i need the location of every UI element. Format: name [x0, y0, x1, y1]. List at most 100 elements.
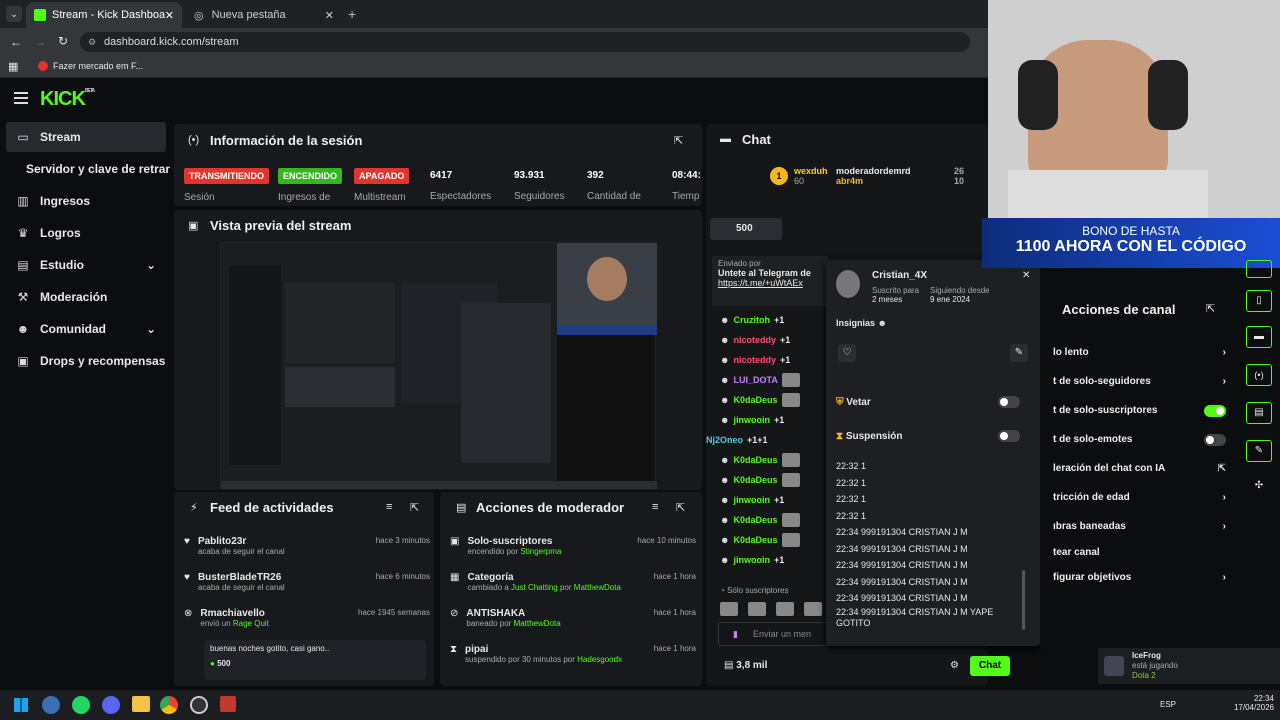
emote[interactable] — [804, 602, 822, 616]
vetar-toggle[interactable] — [998, 396, 1020, 408]
sidebar-item-server-key[interactable]: Servidor y clave de retransn — [16, 154, 170, 184]
chat-user[interactable]: K0daDeus — [733, 395, 777, 405]
chat-user[interactable]: nicoteddy — [733, 335, 776, 345]
suspension-row[interactable]: ⧗ Suspensión — [836, 424, 1030, 448]
chat-user[interactable]: jinwooin — [733, 415, 770, 425]
close-icon[interactable]: ✕ — [1022, 270, 1030, 281]
language-indicator[interactable]: ESP — [1160, 700, 1176, 709]
feed-user[interactable]: BusterBladeTR26 — [198, 572, 368, 583]
popout-icon[interactable]: ⇱ — [676, 501, 685, 514]
scrollbar[interactable] — [1022, 570, 1025, 630]
chat-user[interactable]: LUI_DOTA — [733, 375, 777, 385]
chat-user[interactable]: jinwooin — [733, 555, 770, 565]
channel-action-row[interactable]: tricción de edad › — [1053, 483, 1236, 512]
browser-tab-active[interactable]: Stream - Kick Dashboard ✕ — [26, 2, 182, 28]
sidebar-item-logros[interactable]: ♛ Logros — [6, 218, 166, 248]
channel-action-row[interactable]: t de solo-seguidores › — [1053, 367, 1236, 396]
rail-button[interactable] — [1246, 260, 1272, 278]
chat-user[interactable]: nicoteddy — [733, 355, 776, 365]
sidebar-item-comunidad[interactable]: ☻ Comunidad ⌄ — [6, 314, 166, 344]
chat-bubble-icon[interactable]: ▬ — [1246, 326, 1272, 348]
back-icon[interactable]: ← — [10, 35, 22, 49]
send-chat-button[interactable]: Chat — [970, 656, 1010, 676]
channel-action-row[interactable]: leración del chat con IA ⇱ — [1053, 454, 1236, 483]
emote[interactable] — [720, 602, 738, 616]
chat-user[interactable]: K0daDeus — [733, 515, 777, 525]
reload-icon[interactable]: ↻ — [58, 34, 68, 48]
stream-video[interactable] — [220, 242, 657, 489]
mod-action-by[interactable]: Hadesgoodx — [577, 655, 622, 664]
browser-tab[interactable]: ◎ Nueva pestaña ✕ — [186, 2, 342, 28]
bookmark-item[interactable]: Fazer mercado em F... — [38, 61, 143, 71]
vetar-row[interactable]: ⛨ Vetar — [836, 390, 1030, 414]
emote[interactable] — [776, 602, 794, 616]
popout-icon[interactable]: ⇱ — [410, 501, 419, 514]
discord-icon[interactable] — [102, 696, 120, 714]
menu-icon[interactable] — [14, 92, 28, 104]
kicks-counter[interactable]: 500 — [710, 218, 782, 240]
top-gifter[interactable]: 1 wexduh 60 — [770, 166, 828, 186]
address-bar[interactable]: ⚙ dashboard.kick.com/stream — [80, 32, 970, 52]
mod-action-target[interactable]: Just Chatting — [511, 583, 558, 592]
sidebar-item-drops[interactable]: ▣ Drops y recompensas — [6, 346, 166, 376]
forward-icon[interactable]: → — [34, 35, 46, 49]
whatsapp-icon[interactable] — [72, 696, 90, 714]
list-icon[interactable]: ▤ — [1246, 402, 1272, 424]
chat-user[interactable]: Cruzitoh — [733, 315, 770, 325]
broadcast-icon[interactable]: (•) — [1246, 364, 1272, 386]
chat-input[interactable]: ▮ Enviar un men — [718, 622, 830, 646]
more-icon[interactable]: ✣ — [1246, 476, 1272, 498]
pin-button[interactable]: ✎ — [1010, 344, 1028, 362]
stat-value: 6417 — [430, 170, 453, 181]
popout-icon[interactable]: ⇱ — [674, 134, 683, 147]
mod-action-by[interactable]: MatthewDota — [574, 583, 621, 592]
sidebar-item-estudio[interactable]: ▤ Estudio ⌄ — [6, 250, 166, 280]
filter-icon[interactable]: ≡ — [652, 501, 658, 513]
channel-action-row[interactable]: lo lento › — [1053, 338, 1236, 367]
close-icon[interactable]: ✕ — [325, 9, 334, 22]
popout-icon[interactable]: ⇱ — [1206, 302, 1215, 315]
new-tab-button[interactable]: + — [348, 6, 356, 22]
close-icon[interactable]: ✕ — [165, 9, 174, 22]
site-info-icon[interactable]: ⚙ — [88, 32, 96, 52]
feed-user[interactable]: Pablito23r — [198, 536, 368, 547]
sidebar-item-moderacion[interactable]: ⚒ Moderación — [6, 282, 166, 312]
tab-menu-button[interactable]: ⌄ — [6, 6, 22, 22]
settings-icon[interactable]: ⚙ — [950, 660, 959, 671]
apps-icon[interactable]: ▦ — [8, 60, 18, 73]
channel-action-row[interactable]: figurar objetivos › — [1053, 563, 1236, 592]
feed-user[interactable]: Rmachiavello — [200, 608, 350, 619]
channel-action-row[interactable]: t de solo-suscriptores — [1053, 396, 1236, 425]
wrench-icon[interactable]: ✎ — [1246, 440, 1272, 462]
suspension-toggle[interactable] — [998, 430, 1020, 442]
folder-icon[interactable] — [132, 696, 150, 712]
chrome-icon[interactable] — [160, 696, 178, 714]
obs-icon[interactable] — [190, 696, 208, 714]
channel-action-row[interactable]: ıbras baneadas › — [1053, 512, 1236, 541]
sidebar-item-stream[interactable]: ▭ Stream — [6, 122, 166, 152]
mod-action-by[interactable]: MatthewDota — [514, 619, 561, 628]
channel-action-row[interactable]: tear canal — [1053, 541, 1236, 563]
chat-user[interactable]: K0daDeus — [733, 535, 777, 545]
windows-start-icon[interactable] — [14, 698, 28, 712]
follow-button[interactable]: ♡ — [838, 344, 856, 362]
kick-logo[interactable]: KICKBETA — [40, 88, 95, 111]
top-gifter[interactable]: moderadordemrd 26 abr4m 10 — [836, 166, 986, 186]
mod-action-by[interactable]: Stingerpma — [520, 547, 561, 556]
subs-only-toggle[interactable] — [1204, 404, 1226, 417]
chat-user[interactable]: K0daDeus — [733, 455, 777, 465]
emote[interactable] — [748, 602, 766, 616]
chat-user[interactable]: Nj2Oneo — [706, 435, 743, 445]
clock[interactable]: 22:34 17/04/2026 — [1226, 694, 1274, 712]
chat-user[interactable]: jinwooin — [733, 495, 770, 505]
clipboard-icon[interactable]: ▯ — [1246, 290, 1272, 312]
chat-user[interactable]: K0daDeus — [733, 475, 777, 485]
sidebar-item-ingresos[interactable]: ▥ Ingresos — [6, 186, 166, 216]
filter-icon[interactable]: ≡ — [386, 501, 392, 513]
channel-action-row[interactable]: t de solo-emotes — [1053, 425, 1236, 454]
kicks-value: 500 — [736, 223, 753, 234]
steam-icon[interactable] — [42, 696, 60, 714]
emote-only-toggle[interactable] — [1204, 433, 1226, 446]
pinned-link[interactable]: https://t.me/+uWtAEx — [718, 278, 822, 288]
app-icon[interactable] — [220, 696, 236, 712]
